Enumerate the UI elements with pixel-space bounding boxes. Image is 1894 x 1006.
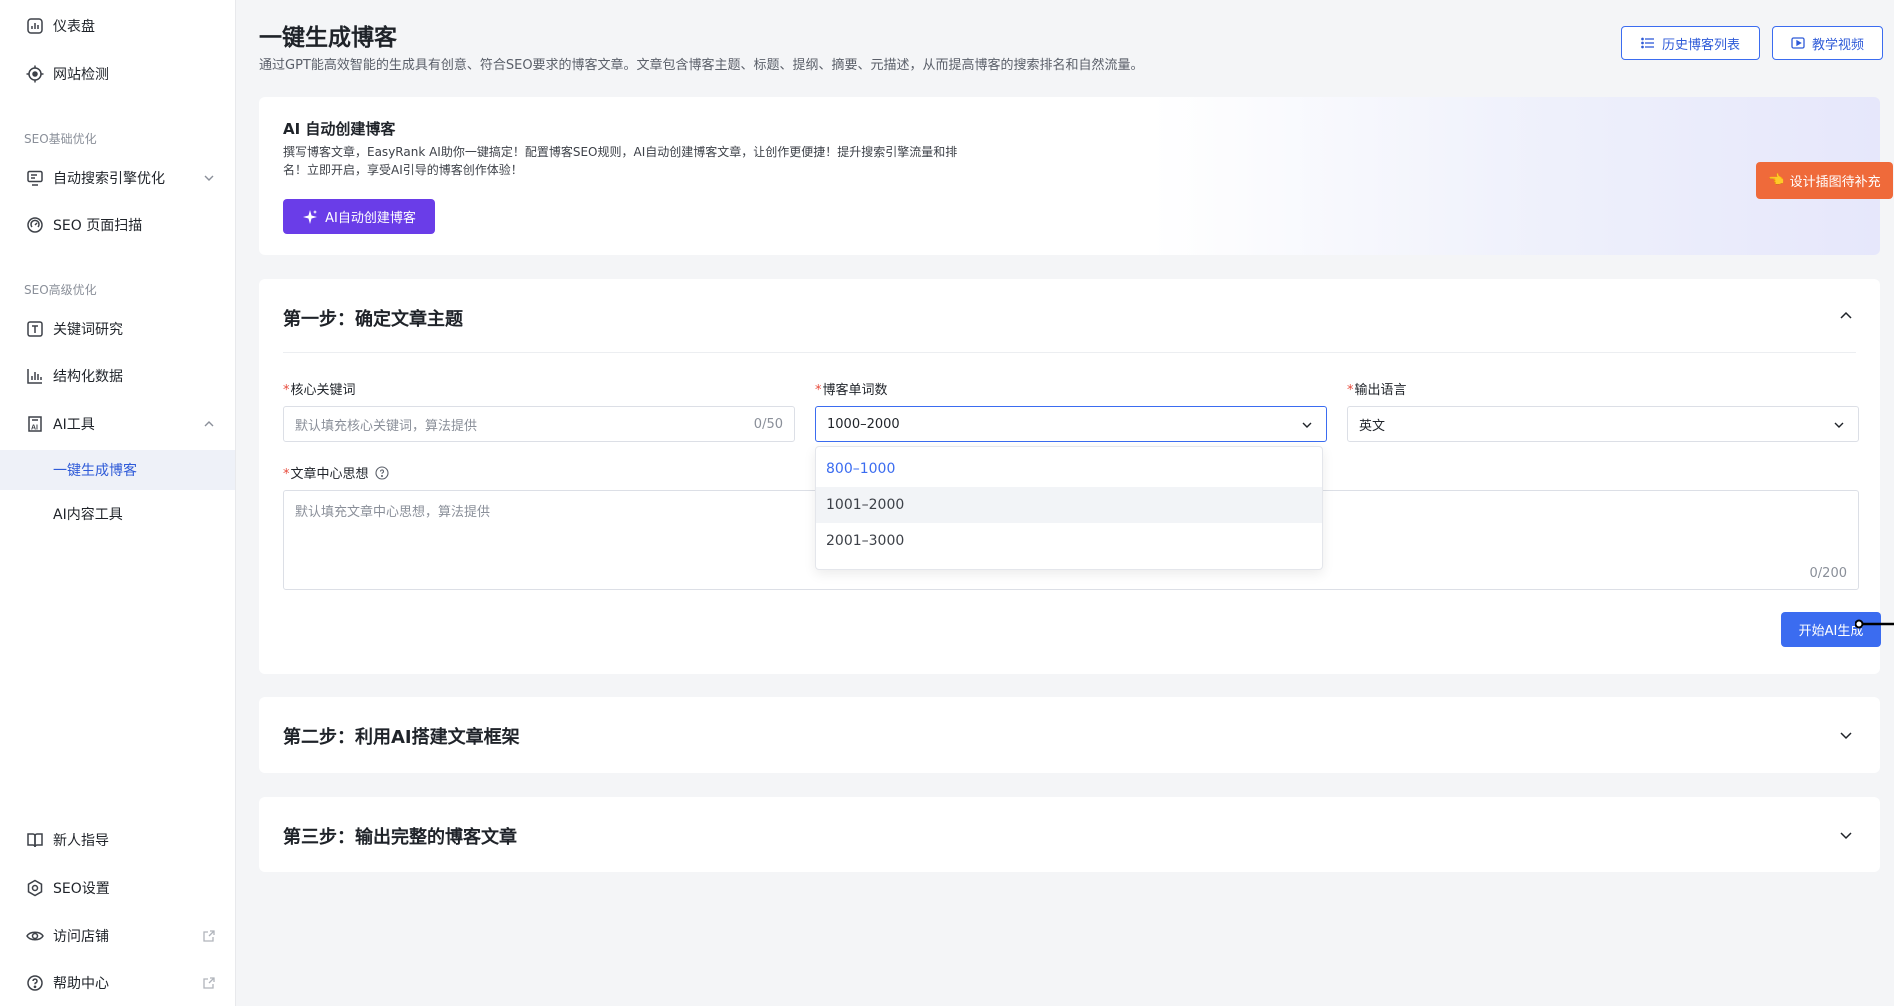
illustration-placeholder-badge: 👈 设计插图待补充 xyxy=(1756,162,1893,199)
sidebar: 仪表盘 网站检测 SEO基础优化 自动搜索引擎优化 SEO 页面扫描 SEO高级… xyxy=(0,0,236,1006)
banner-description: 撰写博客文章，EasyRank AI助你一键搞定！配置博客SEO规则，AI自动创… xyxy=(283,145,958,177)
wordcount-option[interactable]: 2001–3000 xyxy=(816,523,1322,559)
wordcount-option[interactable]: 1001–2000 xyxy=(816,487,1322,523)
sidebar-item-dashboard[interactable]: 仪表盘 xyxy=(0,6,235,46)
sidebar-item-label: 访问店铺 xyxy=(53,929,109,945)
sidebar-item-label: SEO设置 xyxy=(53,881,110,897)
wordcount-select[interactable]: 1000–2000 xyxy=(815,406,1327,442)
pointing-hand-icon: 👈 xyxy=(1768,173,1785,188)
wordcount-dropdown: 800–1000 1001–2000 2001–3000 xyxy=(815,446,1323,570)
sidebar-item-label: 关键词研究 xyxy=(53,322,123,338)
sidebar-item-label: 仪表盘 xyxy=(53,19,95,35)
sidebar-section-advanced: SEO高级优化 xyxy=(24,283,97,297)
sidebar-item-label: 自动搜索引擎优化 xyxy=(53,171,165,187)
scan-icon xyxy=(26,216,44,234)
help-icon xyxy=(26,974,44,992)
hex-gear-icon xyxy=(26,879,44,897)
chevron-down-icon[interactable] xyxy=(1838,827,1854,843)
text-box-icon xyxy=(26,320,44,338)
sidebar-item-visit-store[interactable]: 访问店铺 xyxy=(0,916,235,956)
dashboard-icon xyxy=(26,17,44,35)
step3-panel[interactable]: 第三步：输出完整的博客文章 xyxy=(259,797,1880,872)
language-value: 英文 xyxy=(1359,418,1386,434)
sidebar-item-keyword-research[interactable]: 关键词研究 xyxy=(0,309,235,349)
sidebar-item-label: AI工具 xyxy=(53,417,95,433)
svg-text:AI: AI xyxy=(31,425,38,432)
keyword-placeholder: 默认填充核心关键词，算法提供 xyxy=(295,418,478,434)
sidebar-item-label: 帮助中心 xyxy=(53,976,109,992)
wordcount-value: 1000–2000 xyxy=(827,416,900,432)
theme-char-count: 0/200 xyxy=(1809,566,1847,581)
tutorial-video-button[interactable]: 教学视频 xyxy=(1772,26,1883,60)
list-icon xyxy=(1641,37,1654,49)
step3-title: 第三步：输出完整的博客文章 xyxy=(283,827,517,848)
chevron-down-icon[interactable] xyxy=(1838,727,1854,743)
step1-divider xyxy=(283,352,1856,353)
keyword-char-count: 0/50 xyxy=(753,416,783,432)
book-icon xyxy=(26,831,44,849)
banner-title: AI 自动创建博客 xyxy=(283,120,396,138)
page-description: 通过GPT能高效智能的生成具有创意、符合SEO要求的博客文章。文章包含博客主题、… xyxy=(259,58,1144,73)
sidebar-item-one-click-blog[interactable]: 一键生成博客 xyxy=(0,450,235,490)
main-content: 一键生成博客 通过GPT能高效智能的生成具有创意、符合SEO要求的博客文章。文章… xyxy=(237,0,1894,1006)
sidebar-item-label: 新人指导 xyxy=(53,833,109,849)
sidebar-item-auto-seo[interactable]: 自动搜索引擎优化 xyxy=(0,158,235,198)
sidebar-section-basic: SEO基础优化 xyxy=(24,132,97,146)
chevron-up-icon[interactable] xyxy=(1838,308,1854,324)
theme-placeholder: 默认填充文章中心思想，算法提供 xyxy=(295,505,491,520)
keyword-label: *核心关键词 xyxy=(283,383,356,398)
wordcount-option[interactable]: 800–1000 xyxy=(816,451,1322,487)
history-button-label: 历史博客列表 xyxy=(1661,37,1740,53)
eye-icon xyxy=(26,927,44,945)
step2-panel[interactable]: 第二步：利用AI搭建文章框架 xyxy=(259,697,1880,773)
keyword-input[interactable]: 默认填充核心关键词，算法提供 0/50 xyxy=(283,406,795,442)
theme-label: *文章中心思想 xyxy=(283,463,389,482)
chevron-down-icon xyxy=(204,175,214,181)
page-title: 一键生成博客 xyxy=(259,25,397,51)
sidebar-item-label: SEO 页面扫描 xyxy=(53,218,143,234)
sidebar-item-page-scan[interactable]: SEO 页面扫描 xyxy=(0,205,235,245)
tutorial-button-label: 教学视频 xyxy=(1811,37,1864,53)
sidebar-item-label: AI内容工具 xyxy=(53,507,123,523)
bar-chart-icon xyxy=(26,367,44,385)
target-icon xyxy=(26,65,44,83)
chevron-down-icon xyxy=(1302,422,1312,428)
chevron-up-icon xyxy=(204,421,214,427)
sidebar-item-help-center[interactable]: 帮助中心 xyxy=(0,963,235,1003)
history-blog-list-button[interactable]: 历史博客列表 xyxy=(1621,26,1760,60)
language-label: *输出语言 xyxy=(1347,383,1407,398)
help-icon[interactable] xyxy=(374,465,389,480)
language-select[interactable]: 英文 xyxy=(1347,406,1859,442)
badge-label: 设计插图待补充 xyxy=(1789,175,1881,190)
chevron-down-icon xyxy=(1834,422,1844,428)
wordcount-label: *博客单词数 xyxy=(815,383,888,398)
sidebar-item-seo-settings[interactable]: SEO设置 xyxy=(0,868,235,908)
step2-title: 第二步：利用AI搭建文章框架 xyxy=(283,727,520,748)
sidebar-item-ai-content[interactable]: AI内容工具 xyxy=(0,494,235,534)
step1-title: 第一步：确定文章主题 xyxy=(283,309,463,330)
external-link-icon xyxy=(203,977,215,989)
sidebar-item-newbie-guide[interactable]: 新人指导 xyxy=(0,820,235,860)
ai-create-blog-button[interactable]: AI自动创建博客 xyxy=(283,199,435,234)
sidebar-item-label: 网站检测 xyxy=(53,67,109,83)
sidebar-item-label: 一键生成博客 xyxy=(53,463,137,479)
drag-handle-icon[interactable] xyxy=(1855,614,1894,634)
external-link-icon xyxy=(203,930,215,942)
video-icon xyxy=(1791,37,1805,49)
sidebar-item-site-check[interactable]: 网站检测 xyxy=(0,54,235,94)
sidebar-item-ai-tools[interactable]: AI AI工具 xyxy=(0,404,235,444)
sidebar-item-label: 结构化数据 xyxy=(53,369,123,385)
monitor-icon xyxy=(26,169,44,187)
ai-create-blog-banner: AI 自动创建博客 撰写博客文章，EasyRank AI助你一键搞定！配置博客S… xyxy=(259,97,1893,255)
ai-doc-icon: AI xyxy=(26,415,44,433)
sparkle-icon xyxy=(303,209,318,224)
sidebar-item-structured-data[interactable]: 结构化数据 xyxy=(0,356,235,396)
ai-create-blog-button-label: AI自动创建博客 xyxy=(325,211,416,226)
